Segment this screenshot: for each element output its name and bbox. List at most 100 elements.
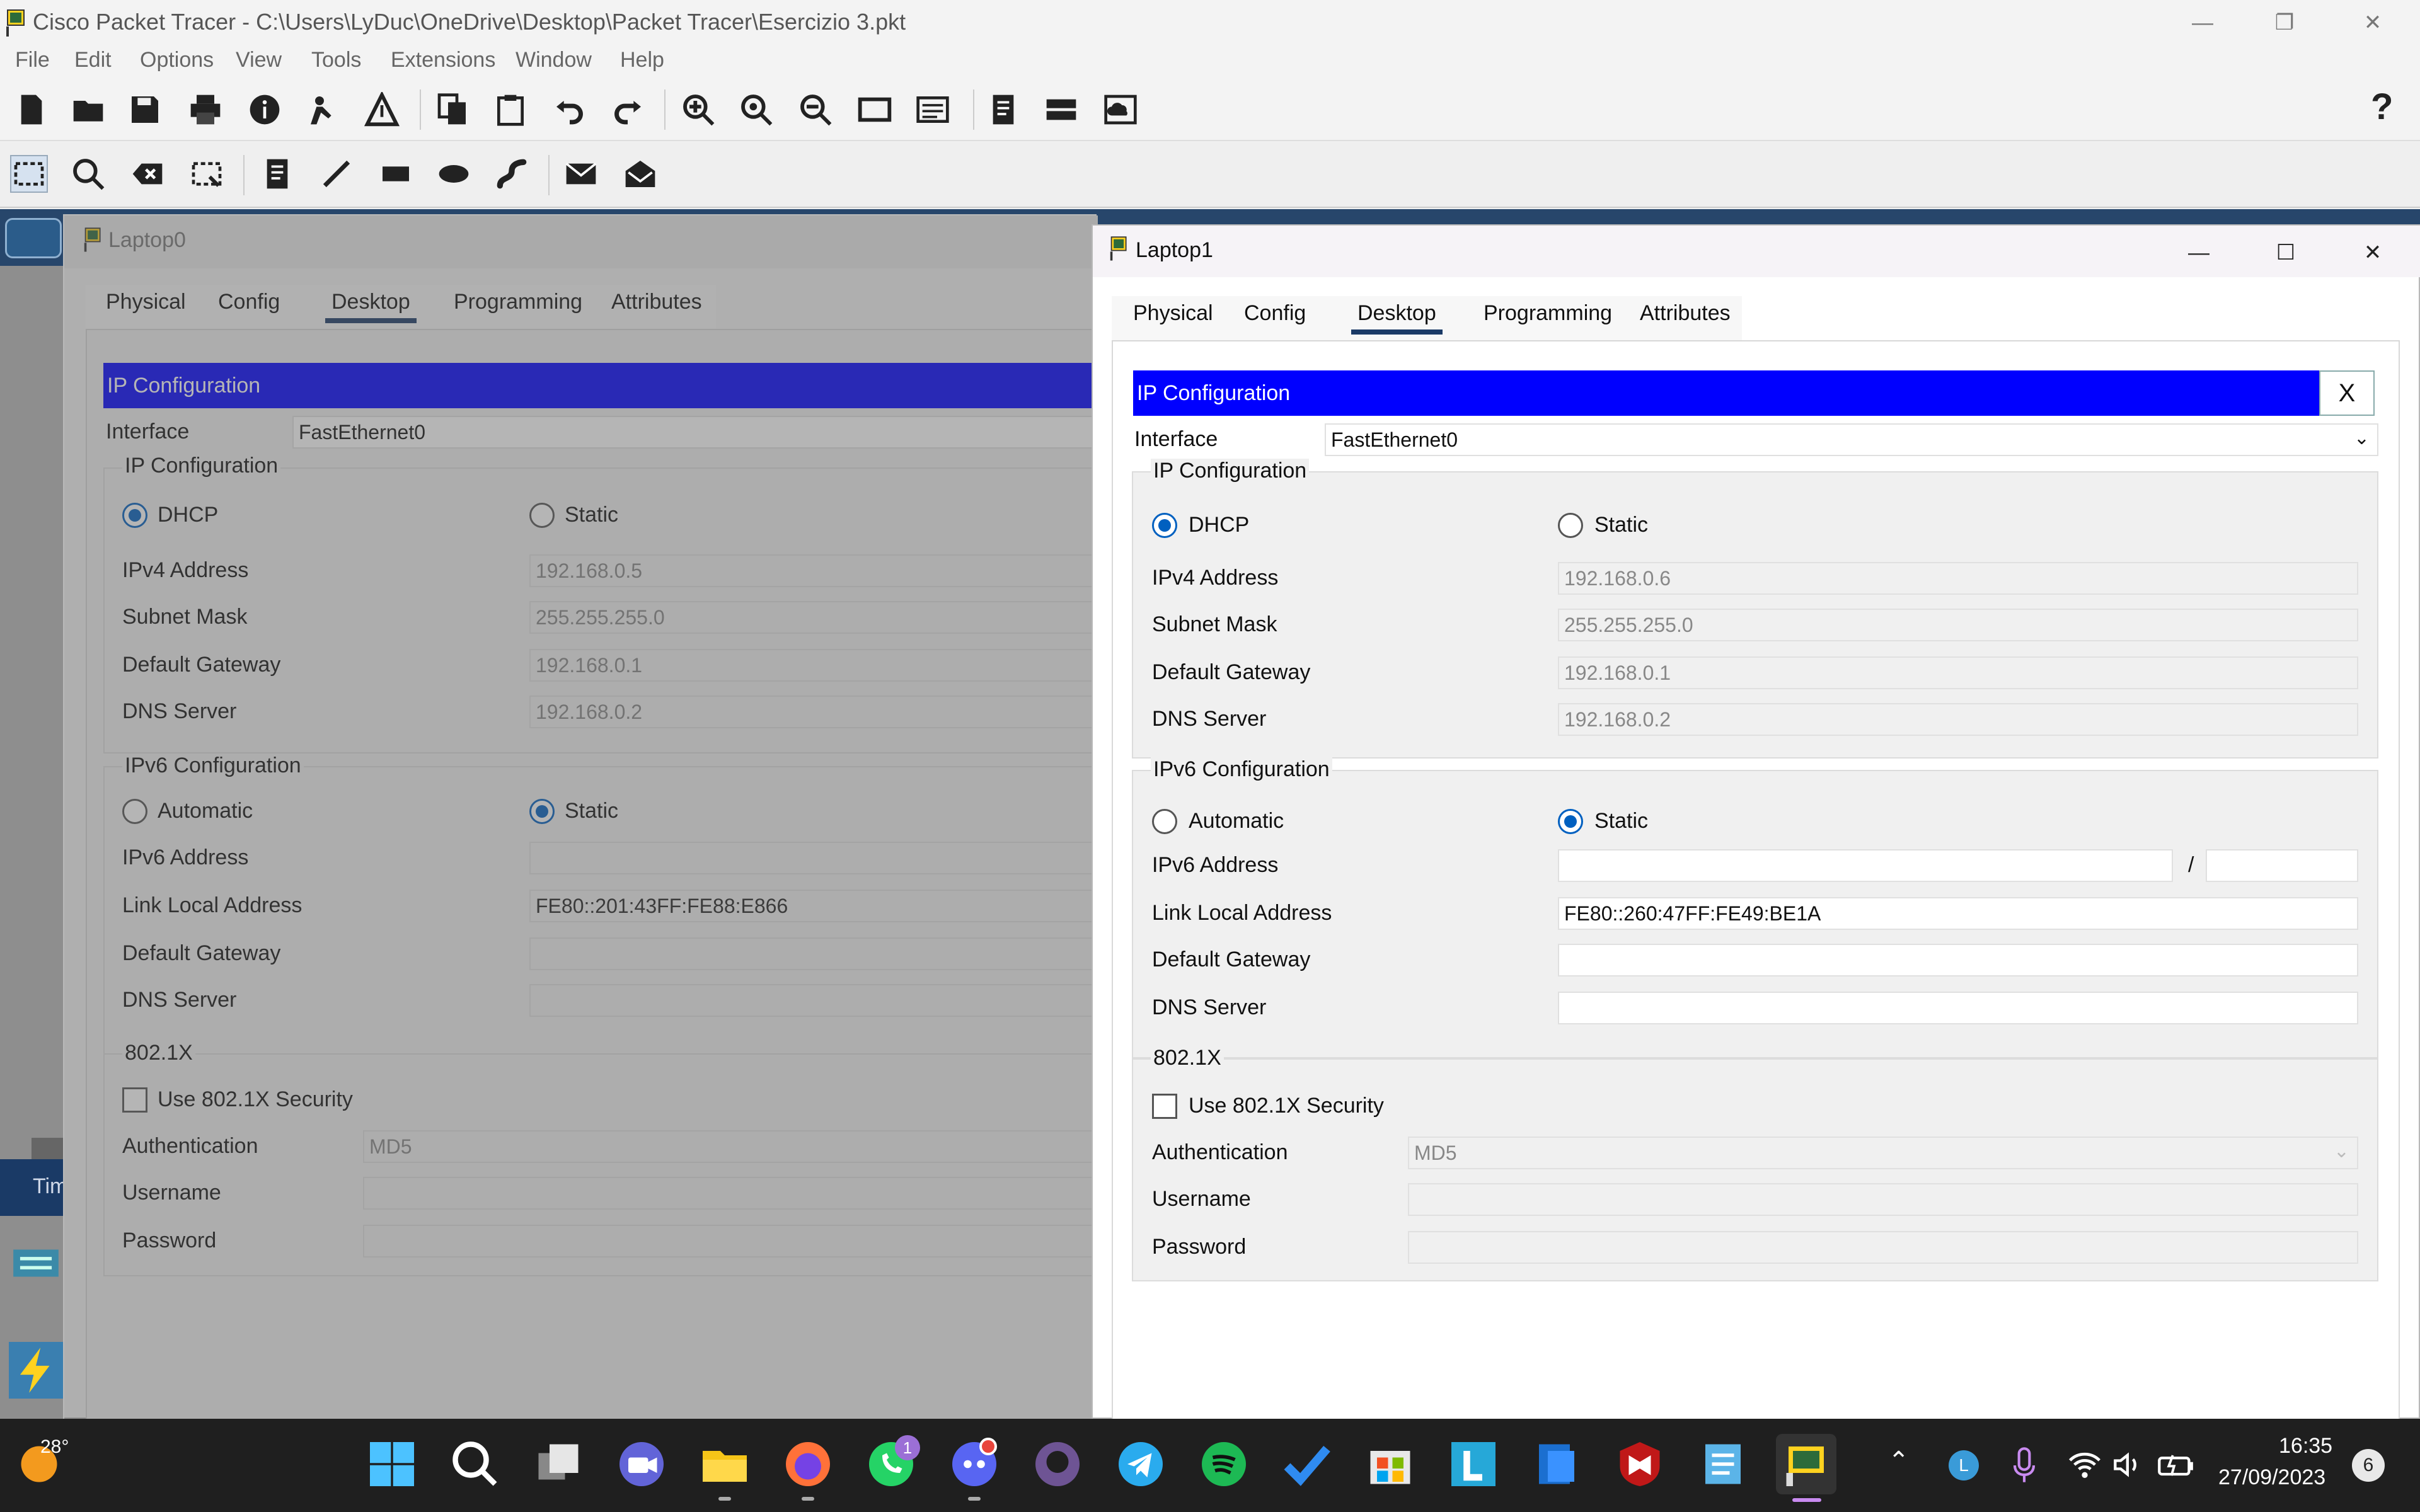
laptop1-ipv6-gateway-field[interactable] [1558,944,2358,976]
redo-icon[interactable] [609,91,647,129]
laptop0-ipv6-dns-field[interactable] [529,984,1099,1017]
tray-l-app-icon[interactable]: L [1949,1450,1979,1480]
laptop1-close-button[interactable]: ✕ [2338,231,2407,275]
zoom-in-icon[interactable] [679,91,717,129]
menu-extensions[interactable]: Extensions [391,48,495,72]
laptop0-dot1x-checkbox[interactable] [122,1087,147,1113]
draw-line-icon[interactable] [318,155,355,193]
laptop0-interface-select[interactable]: FastEthernet0 [292,416,1099,449]
laptop1-username-field[interactable] [1408,1183,2358,1216]
clock-time[interactable]: 16:35 [2279,1434,2332,1458]
laptop0-link-local-field[interactable]: FE80::201:43FF:FE88:E866 [529,890,1099,922]
microsoft-store-icon[interactable] [1360,1434,1420,1494]
spotify-icon[interactable] [1194,1434,1254,1494]
new-file-icon[interactable] [13,91,50,129]
laptop0-dns-field[interactable]: 192.168.0.2 [529,696,1099,728]
notes-app-icon[interactable] [1526,1434,1587,1494]
drawing-palette-icon[interactable] [856,91,894,129]
copy-icon[interactable] [434,91,471,129]
task-view-icon[interactable] [528,1434,589,1494]
laptop1-mask-field[interactable]: 255.255.255.0 [1558,609,2358,641]
select-tool-icon[interactable] [10,155,48,193]
start-icon[interactable] [362,1434,422,1494]
telegram-icon[interactable] [1110,1434,1171,1494]
minimize-button[interactable]: — [2168,0,2237,45]
mcafee-icon[interactable] [1610,1434,1670,1494]
simple-pdu-icon[interactable] [562,155,600,193]
battery-icon[interactable] [2157,1450,2194,1479]
undo-icon[interactable] [551,91,589,129]
search-icon[interactable] [445,1434,505,1494]
delete-tool-icon[interactable] [129,155,166,193]
laptop1-ipv6-static-radio[interactable] [1558,809,1583,834]
laptop1-tab-desktop[interactable]: Desktop [1351,301,1443,335]
laptop1-tab-attributes[interactable]: Attributes [1634,301,1737,326]
todo-icon[interactable] [1277,1434,1337,1494]
place-note-icon[interactable] [258,155,296,193]
laptop1-tab-physical[interactable]: Physical [1127,301,1219,326]
laptop1-tab-config[interactable]: Config [1238,301,1312,326]
zoom-reset-icon[interactable] [737,91,775,129]
connections-icon[interactable] [9,1342,63,1399]
laptop0-tab-attributes[interactable]: Attributes [605,290,708,314]
menu-window[interactable]: Window [516,48,592,72]
close-button[interactable]: ✕ [2338,0,2407,45]
laptop1-ipv6-addr-field[interactable] [1558,849,2173,882]
laptop0-tab-config[interactable]: Config [212,290,286,314]
laptop0-tab-programming[interactable]: Programming [447,290,589,314]
laptop0-static-radio[interactable] [529,503,555,528]
tray-overflow-chevron-icon[interactable]: ⌃ [1888,1446,1910,1475]
device-rack-icon[interactable] [1042,91,1080,129]
menu-options[interactable]: Options [140,48,214,72]
laptop0-password-field[interactable] [363,1225,1099,1257]
packet-tracer-taskbar-icon[interactable] [1776,1434,1836,1494]
paste-icon[interactable] [492,91,529,129]
laptop1-tab-programming[interactable]: Programming [1477,301,1618,326]
laptop0-ipv6-addr-field[interactable] [529,842,1099,874]
laptop1-minimize-button[interactable]: — [2164,231,2233,275]
activity-wizard-icon[interactable] [305,91,343,129]
laptop0-dhcp-radio[interactable] [122,503,147,528]
menu-file[interactable]: File [15,48,50,72]
laptop1-ipv6-prefix-field[interactable] [2206,849,2358,882]
laptop1-ipv6-auto-radio[interactable] [1152,809,1177,834]
cloud-icon[interactable] [1102,91,1139,129]
menu-help[interactable]: Help [620,48,664,72]
notification-count-badge[interactable]: 6 [2352,1449,2385,1482]
help-question-icon[interactable]: ? [2371,86,2393,128]
laptop0-mask-field[interactable]: 255.255.255.0 [529,601,1099,634]
laptop1-maximize-button[interactable]: ☐ [2251,231,2320,275]
laptop1-auth-select[interactable]: MD5 ⌄ [1408,1137,2358,1169]
menu-view[interactable]: View [236,48,282,72]
laptop1-link-local-field[interactable]: FE80::260:47FF:FE49:BE1A [1558,897,2358,930]
notes-icon[interactable] [984,91,1022,129]
laptop1-dns-field[interactable]: 192.168.0.2 [1558,703,2358,736]
github-icon[interactable] [1027,1434,1088,1494]
laptop1-gateway-field[interactable]: 192.168.0.1 [1558,656,2358,689]
open-folder-icon[interactable] [69,91,107,129]
laptop0-gateway-field[interactable]: 192.168.0.1 [529,649,1099,682]
resize-tool-icon[interactable] [188,155,226,193]
switch-device-icon[interactable] [9,1235,63,1292]
notepad-icon[interactable] [1693,1434,1753,1494]
microphone-icon[interactable] [2012,1446,2037,1484]
wifi-icon[interactable] [2067,1449,2102,1480]
custom-device-dialog-icon[interactable] [914,91,952,129]
laptop0-username-field[interactable] [363,1177,1099,1210]
laptop1-static-radio[interactable] [1558,513,1583,538]
laptop0-ipv6-gateway-field[interactable] [529,937,1099,970]
draw-ellipse-icon[interactable] [435,155,473,193]
laptop0-ipv6-static-radio[interactable] [529,799,555,824]
network-info-icon[interactable] [363,91,401,129]
volume-icon[interactable] [2112,1449,2145,1480]
weather-widget[interactable]: 28° [15,1436,122,1493]
laptop1-dhcp-radio[interactable] [1152,513,1177,538]
laptop1-ip-config-close-button[interactable]: X [2319,370,2375,416]
teams-meet-icon[interactable] [611,1434,672,1494]
laptop0-auth-select[interactable]: MD5 [363,1130,1099,1163]
info-icon[interactable] [246,91,284,129]
laptop1-dot1x-checkbox[interactable] [1152,1094,1177,1119]
clock-date[interactable]: 27/09/2023 [2218,1465,2325,1490]
print-icon[interactable] [187,91,224,129]
laptop0-ipv6-auto-radio[interactable] [122,799,147,824]
